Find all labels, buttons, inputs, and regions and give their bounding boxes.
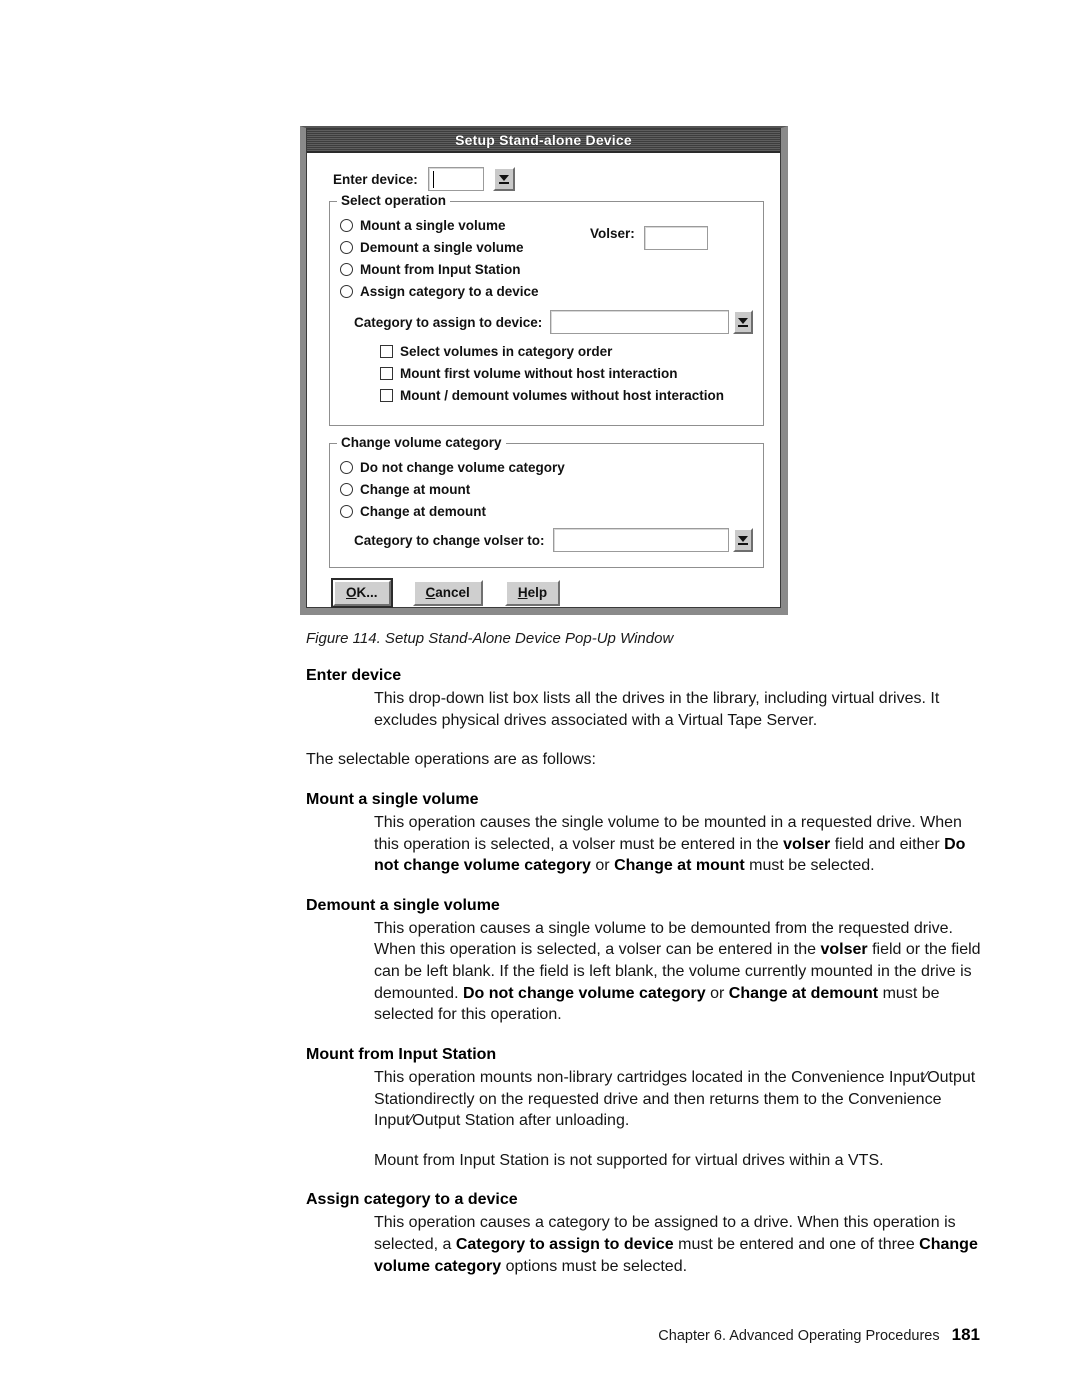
definition-mount-a-single-volume: This operation causes the single volume … [374,814,966,875]
select-operation-group-title: Select operation [337,193,451,208]
chevron-down-icon[interactable] [492,167,515,191]
definition-demount-a-single-volume: This operation causes a single volume to… [374,919,981,1024]
definition-enter-device: This drop-down list box lists all the dr… [374,690,940,729]
radio-icon [340,284,353,298]
cancel-button[interactable]: Cancel [412,580,483,606]
figure-caption: Figure 114. Setup Stand-Alone Device Pop… [306,630,674,647]
page-footer: Chapter 6. Advanced Operating Procedures… [658,1325,980,1345]
chevron-down-icon[interactable] [732,310,753,334]
chevron-down-triangle [737,317,748,324]
term-assign-category-to-a-device: Assign category to a device [306,1191,518,1209]
radio-do-not-change-volume-category[interactable]: Do not change volume category [340,456,753,478]
radio-icon [340,262,353,276]
radio-icon [340,482,353,496]
help-button[interactable]: Help [504,580,561,606]
help-button-label: elp [527,585,548,600]
radio-label: Do not change volume category [360,459,565,475]
category-to-change-row: Category to change volser to: [340,528,753,552]
footer-page-number: 181 [951,1325,980,1344]
change-volume-category-group-title: Change volume category [337,435,506,450]
radio-change-at-demount[interactable]: Change at demount [340,500,753,522]
select-operation-radio-list: Mount a single volume Demount a single v… [340,214,590,302]
chevron-down-triangle [498,174,509,181]
category-to-assign-row: Category to assign to device: [340,310,753,334]
enter-device-label: Enter device: [333,171,418,187]
chevron-down-bar [737,542,748,545]
radio-mount-from-input-station[interactable]: Mount from Input Station [340,258,590,280]
checkbox-label: Mount / demount volumes without host int… [400,387,724,403]
dialog-titlebar: Setup Stand-alone Device [307,129,780,153]
note-mount-from-input-station: Mount from Input Station is not supporte… [374,1151,884,1169]
enter-device-row: Enter device: [333,167,768,191]
enter-device-input[interactable] [427,167,484,191]
category-to-assign-input[interactable] [550,310,729,334]
checkbox-mount-first-volume-without-host-interaction[interactable]: Mount first volume without host interact… [380,362,753,384]
term-mount-from-input-station: Mount from Input Station [306,1045,497,1063]
dialog-body: Enter device: Select operation Mount a s… [307,153,780,607]
change-volume-category-radio-list: Do not change volume category Change at … [340,456,753,522]
dialog-frame: Setup Stand-alone Device Enter device: S… [306,128,781,608]
chevron-down-icon[interactable] [732,528,753,552]
setup-stand-alone-device-dialog: Setup Stand-alone Device Enter device: S… [300,126,788,615]
definition-mount-from-input-station: This operation mounts non-library cartri… [374,1068,976,1130]
radio-label: Mount from Input Station [360,261,521,277]
dialog-button-row: OK... Cancel Help [319,580,768,606]
term-mount-a-single-volume: Mount a single volume [306,790,479,808]
checkbox-label: Select volumes in category order [400,343,613,359]
radio-icon [340,240,353,254]
select-operation-checkbox-list: Select volumes in category order Mount f… [340,340,753,406]
checkbox-icon [380,344,393,358]
chevron-down-bar [737,324,748,327]
radio-icon [340,504,353,518]
radio-assign-category-to-a-device[interactable]: Assign category to a device [340,280,590,302]
intro-line: The selectable operations are as follows… [306,751,596,769]
volser-row: Volser: [590,214,708,302]
category-to-change-input[interactable] [552,528,729,552]
radio-label: Change at mount [360,481,471,497]
checkbox-label: Mount first volume without host interact… [400,365,678,381]
chevron-down-bar [498,181,509,184]
radio-mount-a-single-volume[interactable]: Mount a single volume [340,214,590,236]
radio-label: Change at demount [360,503,487,519]
radio-label: Assign category to a device [360,283,539,299]
checkbox-icon [380,388,393,402]
category-to-change-label: Category to change volser to: [354,532,545,548]
radio-icon [340,218,353,232]
volser-input[interactable] [643,226,708,250]
term-demount-a-single-volume: Demount a single volume [306,896,500,914]
ok-button-label: K... [356,585,378,600]
select-operation-group: Select operation Mount a single volume D… [329,193,764,426]
checkbox-mount-demount-volumes-without-host-interaction[interactable]: Mount / demount volumes without host int… [380,384,753,406]
volser-label: Volser: [590,226,635,241]
cancel-button-label: ancel [435,585,470,600]
ok-button[interactable]: OK... [333,580,391,606]
definition-assign-category-to-a-device: This operation causes a category to be a… [374,1214,978,1275]
category-to-assign-label: Category to assign to device: [354,314,543,330]
radio-demount-a-single-volume[interactable]: Demount a single volume [340,236,590,258]
radio-label: Demount a single volume [360,239,524,255]
document-body: Enter device This drop-down list box lis… [306,665,986,1277]
footer-chapter: Chapter 6. Advanced Operating Procedures [658,1328,940,1344]
radio-label: Mount a single volume [360,217,506,233]
radio-icon [340,460,353,474]
term-enter-device: Enter device [306,667,402,684]
change-volume-category-group: Change volume category Do not change vol… [329,435,764,568]
checkbox-icon [380,366,393,380]
checkbox-select-volumes-in-category-order[interactable]: Select volumes in category order [380,340,753,362]
chevron-down-triangle [737,535,748,542]
dialog-title: Setup Stand-alone Device [455,132,632,148]
radio-change-at-mount[interactable]: Change at mount [340,478,753,500]
